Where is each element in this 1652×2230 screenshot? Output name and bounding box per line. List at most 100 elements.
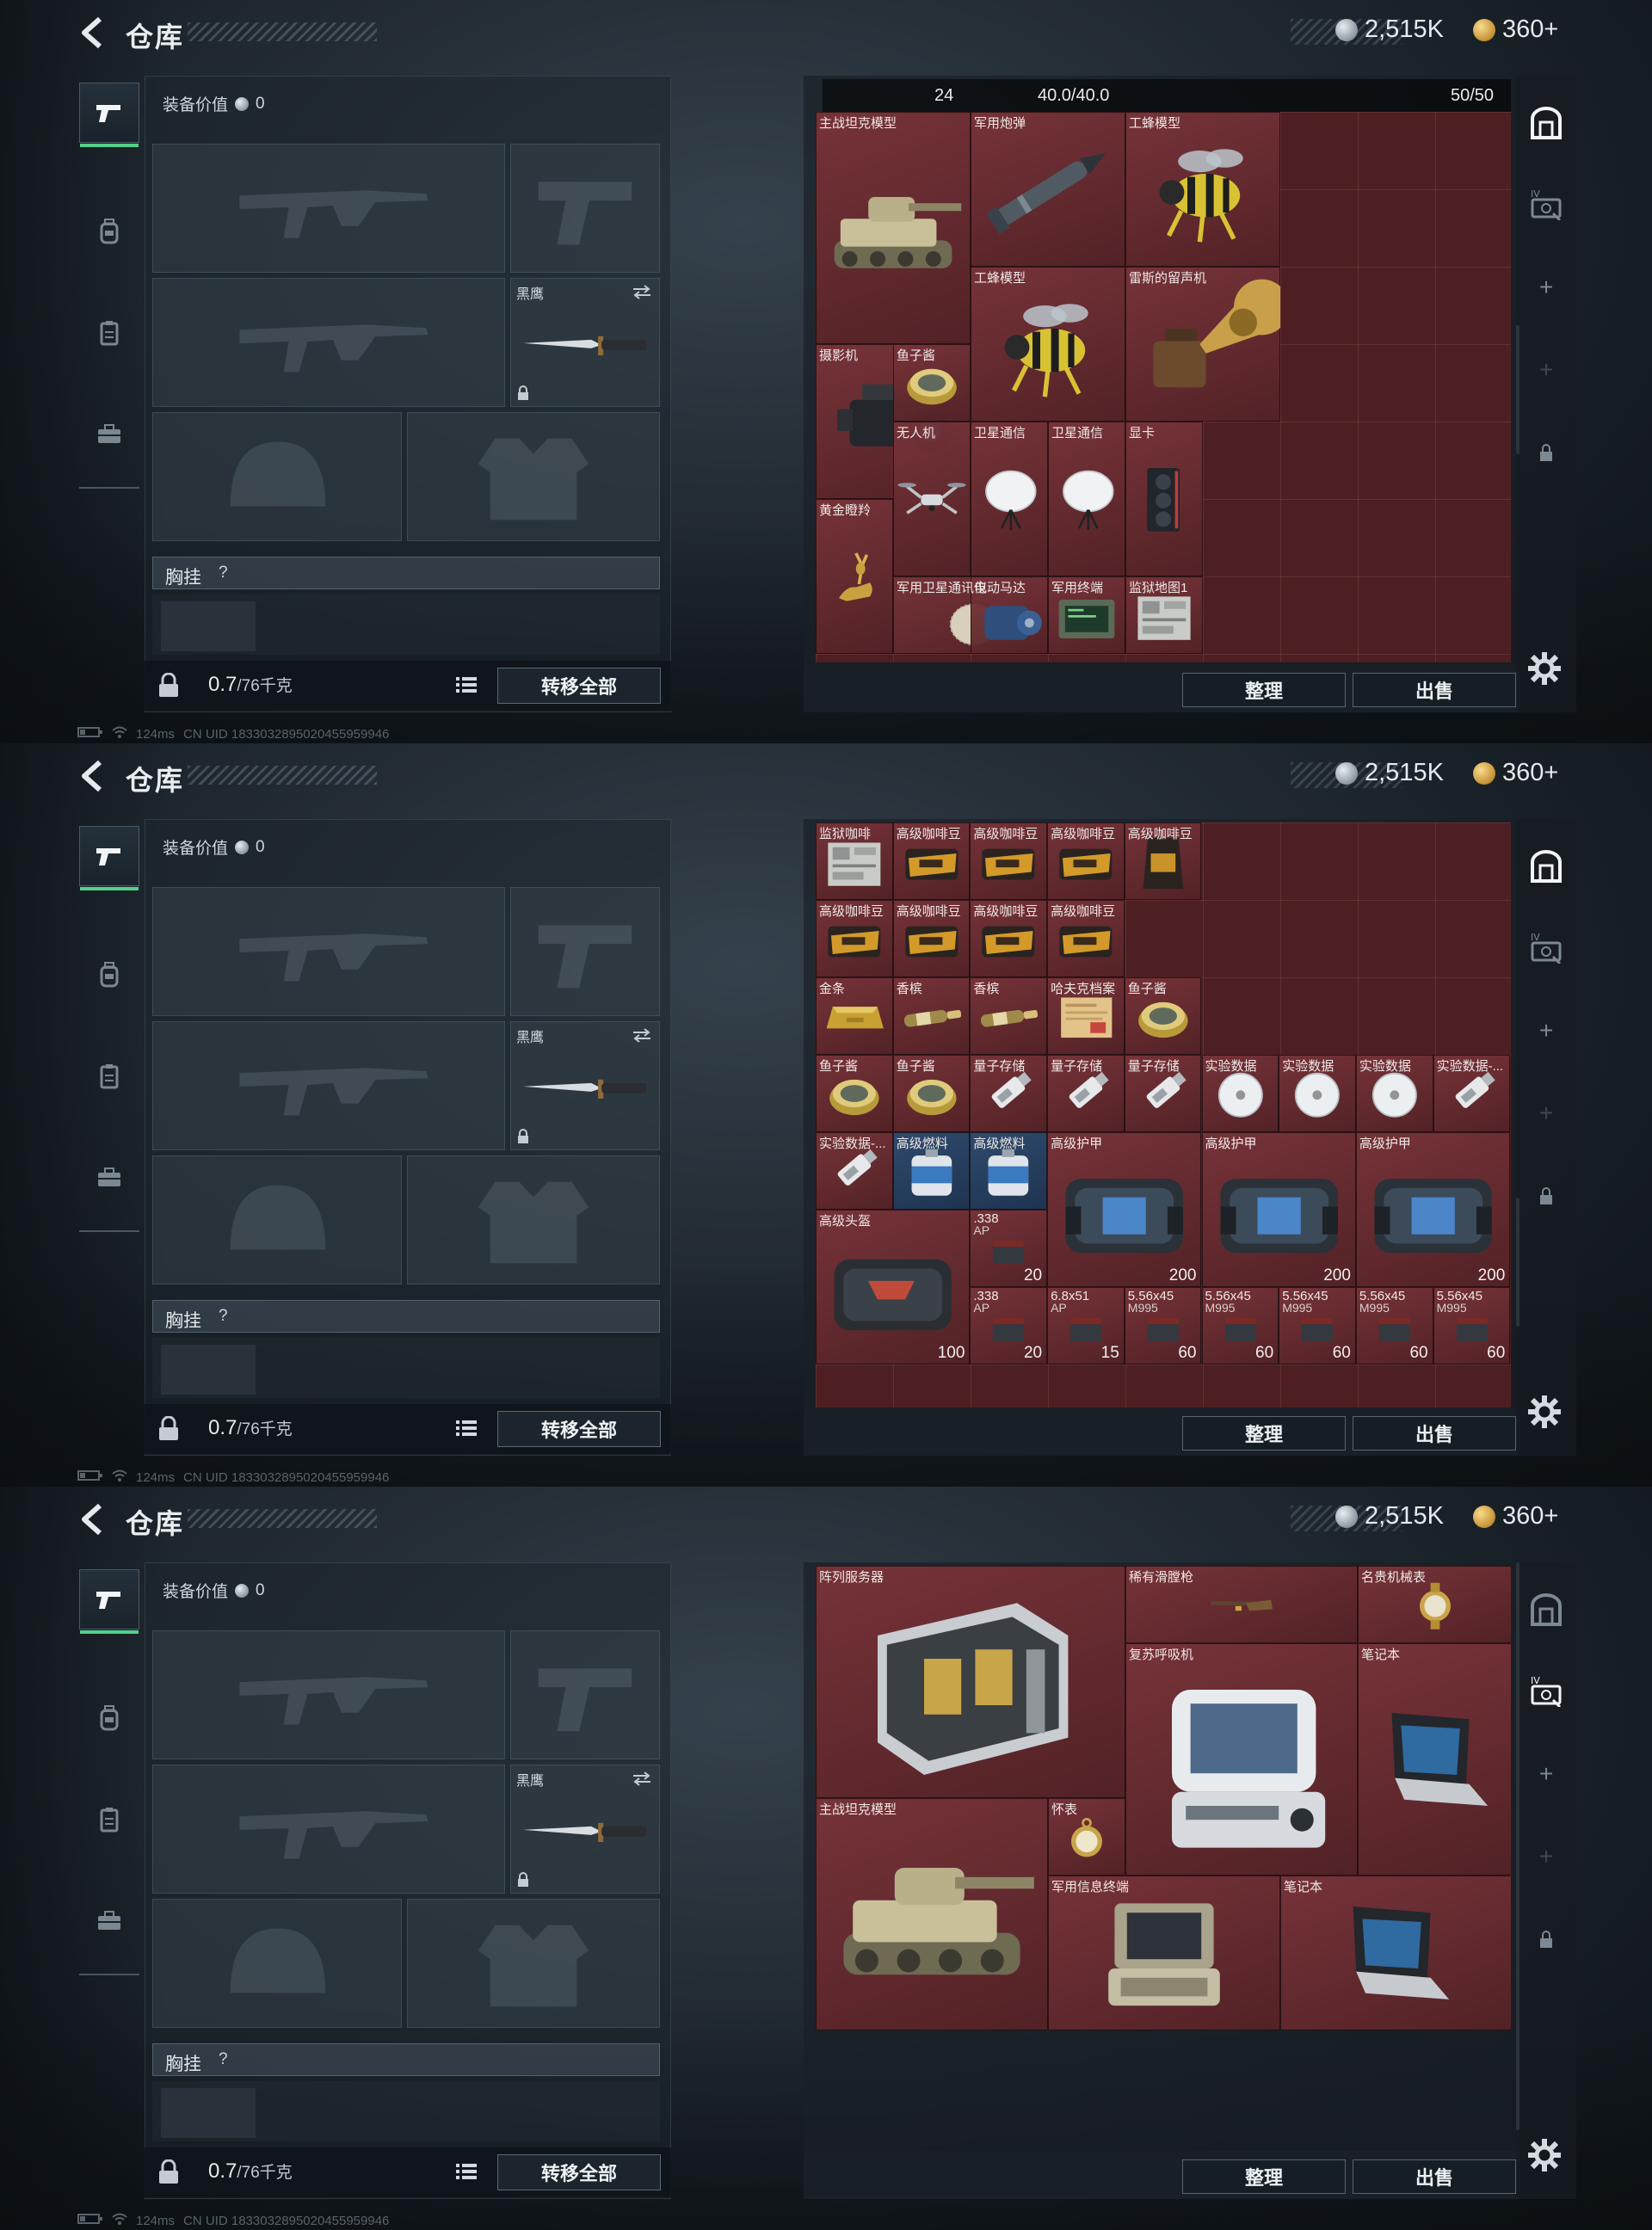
warehouse-item[interactable]: 5.56x45 M995 60 — [1355, 1287, 1433, 1364]
armor-slot[interactable] — [407, 1155, 660, 1284]
sort-button[interactable]: 整理 — [1182, 2159, 1346, 2194]
warehouse-item[interactable]: .338 AP 20 — [970, 1210, 1048, 1287]
melee-slot[interactable]: 黑鹰 — [510, 1765, 660, 1894]
warehouse-item[interactable]: 量子存储 — [970, 1055, 1048, 1132]
warehouse-item[interactable]: 高级咖啡豆 — [892, 900, 971, 977]
tab-cabinet[interactable]: IV — [1516, 921, 1576, 972]
tab-weapons[interactable] — [79, 83, 139, 147]
secondary-weapon-slot[interactable] — [152, 1021, 505, 1150]
warehouse-item[interactable]: 无人机 — [893, 422, 971, 576]
warehouse-item[interactable]: 香槟 — [970, 977, 1048, 1055]
warehouse-item[interactable]: 5.56x45 M995 60 — [1433, 1287, 1511, 1364]
list-icon[interactable] — [454, 675, 478, 695]
warehouse-item[interactable]: 6.8x51 AP 15 — [1047, 1287, 1125, 1364]
chest-rig-header[interactable]: 胸挂? — [152, 1300, 660, 1333]
helmet-slot[interactable] — [152, 412, 402, 541]
warehouse-item[interactable]: 高级咖啡豆 — [1047, 900, 1125, 977]
chest-rig-slot[interactable] — [152, 594, 660, 655]
warehouse-item[interactable]: 黄金瞪羚 — [816, 499, 893, 654]
warehouse-item[interactable]: 监狱咖啡 — [816, 822, 893, 900]
add-storage-button[interactable]: + — [1516, 1087, 1576, 1139]
helmet-slot[interactable] — [152, 1155, 402, 1284]
tab-vault[interactable] — [1516, 841, 1576, 893]
warehouse-item[interactable]: 量子存储 — [1124, 1055, 1202, 1132]
warehouse-item[interactable]: 高级护甲 200 — [1355, 1132, 1511, 1287]
help-icon[interactable]: ? — [219, 564, 228, 582]
silver-currency[interactable]: 2,515K — [1335, 1502, 1444, 1531]
warehouse-item[interactable]: 高级咖啡豆 — [1124, 822, 1202, 900]
warehouse-item[interactable]: 高级咖啡豆 — [892, 822, 971, 900]
sell-button[interactable]: 出售 — [1353, 1416, 1516, 1451]
tab-rig[interactable] — [79, 1046, 139, 1106]
gold-currency[interactable]: 360+ — [1473, 1502, 1558, 1531]
secondary-weapon-slot[interactable] — [152, 278, 505, 407]
warehouse-item[interactable]: 笔记本 — [1358, 1643, 1511, 1876]
pistol-slot[interactable] — [510, 144, 660, 273]
warehouse-item[interactable]: 鱼子酱 — [892, 1055, 971, 1132]
melee-slot[interactable]: 黑鹰 — [510, 1021, 660, 1150]
warehouse-item[interactable]: 金条 — [816, 977, 893, 1055]
tab-backpack[interactable] — [79, 945, 139, 1005]
warehouse-item[interactable]: 主战坦克模型 — [816, 1798, 1048, 2030]
secondary-weapon-slot[interactable] — [152, 1765, 505, 1894]
pistol-slot[interactable] — [510, 887, 660, 1016]
warehouse-item[interactable]: 实验数据-... — [1433, 1055, 1511, 1132]
lock-icon[interactable] — [157, 1415, 181, 1442]
help-icon[interactable]: ? — [219, 2050, 228, 2069]
list-icon[interactable] — [454, 2161, 478, 2182]
list-icon[interactable] — [454, 1418, 478, 1438]
warehouse-item[interactable]: 实验数据 — [1355, 1055, 1433, 1132]
warehouse-item[interactable]: 5.56x45 M995 60 — [1279, 1287, 1356, 1364]
warehouse-item[interactable]: 5.56x45 M995 60 — [1124, 1287, 1202, 1364]
warehouse-item[interactable]: 笔记本 — [1280, 1876, 1511, 2030]
tab-weapons[interactable] — [79, 826, 139, 890]
warehouse-item[interactable]: 显卡 — [1125, 422, 1203, 576]
tab-vault[interactable] — [1516, 1585, 1576, 1636]
transfer-all-button[interactable]: 转移全部 — [497, 1411, 661, 1447]
sell-button[interactable]: 出售 — [1353, 2159, 1516, 2194]
warehouse-item[interactable]: 哈夫克档案 — [1047, 977, 1125, 1055]
armor-slot[interactable] — [407, 1899, 660, 2028]
warehouse-item[interactable]: 高级护甲 200 — [1047, 1132, 1202, 1287]
silver-currency[interactable]: 2,515K — [1335, 759, 1444, 787]
warehouse-item[interactable]: 主战坦克模型 — [816, 112, 971, 344]
gear-icon[interactable] — [1525, 1392, 1564, 1432]
helmet-slot[interactable] — [152, 1899, 402, 2028]
tab-weapons[interactable] — [79, 1569, 139, 1634]
tab-rig[interactable] — [79, 303, 139, 363]
warehouse-item[interactable]: 实验数据-... — [816, 1132, 893, 1210]
lock-icon[interactable] — [157, 2159, 181, 2185]
warehouse-item[interactable]: 高级咖啡豆 — [816, 900, 893, 977]
locked-storage[interactable] — [1516, 1170, 1576, 1222]
locked-storage[interactable] — [1516, 427, 1576, 478]
pistol-slot[interactable] — [510, 1630, 660, 1759]
gold-currency[interactable]: 360+ — [1473, 15, 1558, 44]
warehouse-item[interactable]: 怀表 — [1048, 1798, 1125, 1876]
add-storage-button[interactable]: + — [1516, 1831, 1576, 1882]
tab-vault[interactable] — [1516, 98, 1576, 150]
chest-rig-header[interactable]: 胸挂? — [152, 557, 660, 589]
primary-weapon-slot[interactable] — [152, 887, 505, 1016]
lock-icon[interactable] — [157, 672, 181, 699]
warehouse-item[interactable]: 稀有滑膛枪 — [1125, 1566, 1358, 1643]
warehouse-item[interactable]: 香槟 — [892, 977, 971, 1055]
tab-cabinet[interactable]: IV — [1516, 177, 1576, 229]
warehouse-item[interactable]: 卫星通信 — [1048, 422, 1125, 576]
warehouse-item[interactable]: 军用终端 — [1048, 576, 1125, 654]
back-icon[interactable] — [77, 1502, 107, 1537]
sell-button[interactable]: 出售 — [1353, 673, 1516, 707]
tab-safebox[interactable] — [79, 404, 139, 465]
add-storage-button[interactable]: + — [1516, 1005, 1576, 1056]
gear-icon[interactable] — [1525, 2135, 1564, 2175]
warehouse-item[interactable]: 高级咖啡豆 — [970, 822, 1048, 900]
tab-safebox[interactable] — [79, 1891, 139, 1951]
gold-currency[interactable]: 360+ — [1473, 759, 1558, 787]
help-icon[interactable]: ? — [219, 1307, 228, 1326]
warehouse-item[interactable]: 量子存储 — [1047, 1055, 1125, 1132]
warehouse-item[interactable]: 工蜂模型 — [971, 267, 1125, 422]
warehouse-item[interactable]: 军用信息终端 — [1048, 1876, 1280, 2030]
warehouse-item[interactable]: .338 AP 20 — [970, 1287, 1048, 1364]
locked-storage[interactable] — [1516, 1913, 1576, 1965]
swap-icon[interactable] — [632, 1027, 652, 1043]
warehouse-item[interactable]: 阵列服务器 — [816, 1566, 1125, 1798]
